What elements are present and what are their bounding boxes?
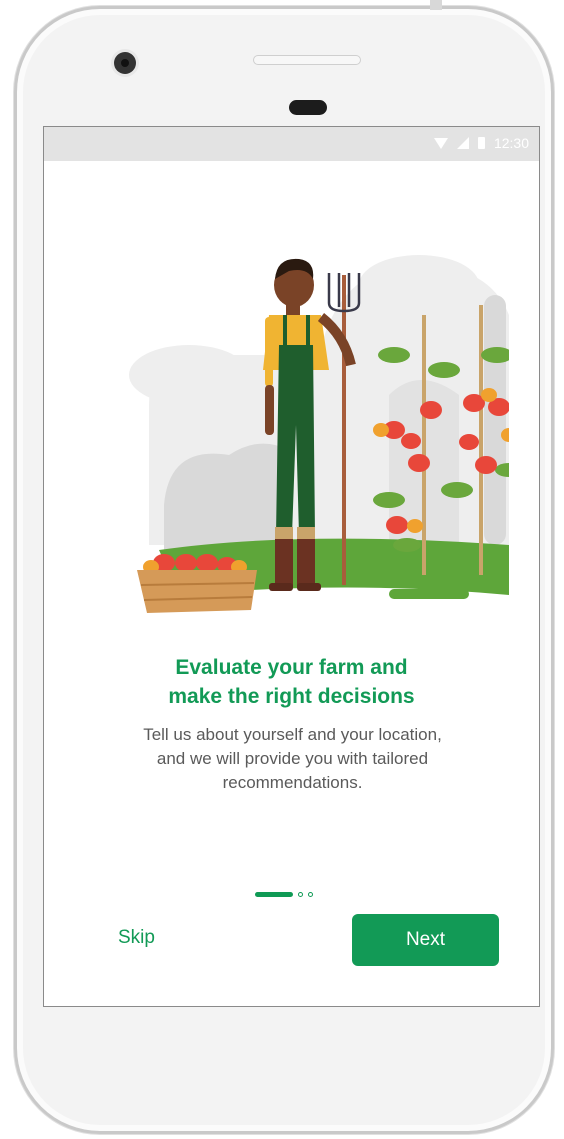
description-line-2: and we will provide you with tailored (156, 749, 429, 768)
next-button[interactable]: Next (352, 914, 499, 966)
title-line-2: make the right decisions (168, 685, 415, 708)
proximity-sensor (289, 100, 327, 115)
farmer-illustration (129, 255, 509, 613)
status-time: 12:30 (493, 135, 529, 151)
battery-icon (477, 137, 485, 149)
page-dot-active (255, 892, 293, 897)
front-camera (114, 52, 136, 74)
wifi-icon (433, 137, 448, 149)
description-line-3: recommendations. (222, 773, 363, 792)
app-screen: 12:30 Evaluate your farm and make the ri… (43, 126, 540, 1007)
description-line-1: Tell us about yourself and your location… (143, 725, 442, 744)
onboarding-title: Evaluate your farm and make the right de… (44, 653, 539, 711)
status-bar: 12:30 (44, 127, 539, 161)
signal-icon (456, 137, 469, 149)
earpiece-speaker (253, 55, 361, 65)
page-dot (298, 892, 303, 897)
page-indicator (255, 892, 313, 897)
skip-button[interactable]: Skip (118, 927, 155, 949)
title-line-1: Evaluate your farm and (175, 656, 408, 679)
status-icons: 12:30 (433, 135, 529, 151)
page-dot (308, 892, 313, 897)
power-button (430, 0, 442, 10)
onboarding-description: Tell us about yourself and your location… (74, 723, 511, 795)
